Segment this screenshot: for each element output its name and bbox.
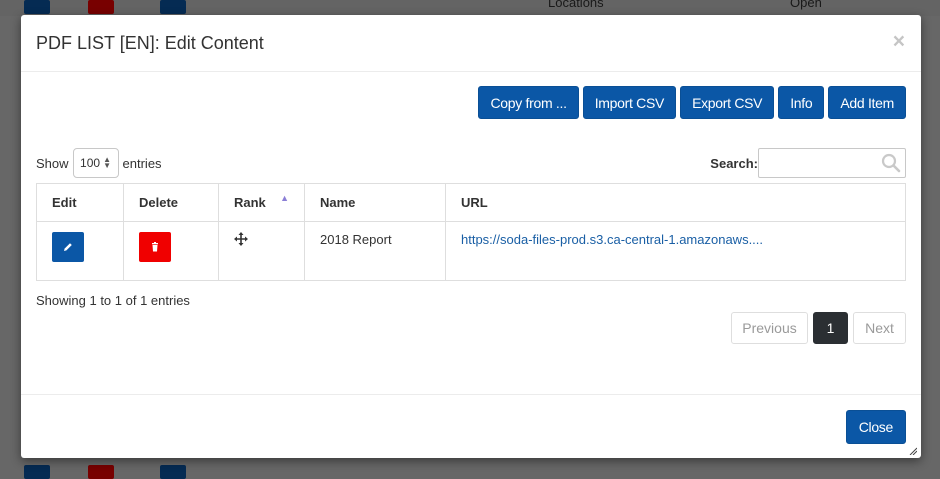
- length-menu: Show 100 ▲ ▼ entries: [36, 148, 162, 178]
- stepper-arrows-icon: ▲ ▼: [103, 155, 111, 170]
- close-button[interactable]: Close: [845, 410, 906, 444]
- show-label: Show: [36, 155, 69, 171]
- resize-handle-icon[interactable]: [909, 447, 917, 455]
- edit-button[interactable]: [52, 232, 84, 262]
- entries-select[interactable]: 100 ▲ ▼: [72, 148, 119, 178]
- pagination: Previous 1 Next: [731, 312, 906, 344]
- url-cell: https://soda-files-prod.s3.ca-central-1.…: [445, 221, 906, 281]
- column-header-edit[interactable]: Edit: [36, 183, 124, 222]
- column-header-rank-label: Rank: [234, 195, 266, 210]
- modal-header: PDF LIST [EN]: Edit Content ×: [21, 15, 921, 72]
- search-input[interactable]: [758, 148, 906, 178]
- delete-button[interactable]: [139, 232, 171, 262]
- entries-label: entries: [122, 155, 162, 171]
- copy-from-button[interactable]: Copy from ...: [478, 86, 579, 119]
- content-table: Edit Delete Rank ▲ Name URL 2018 Report …: [36, 183, 906, 281]
- delete-cell: [123, 221, 219, 281]
- table-header-row: Edit Delete Rank ▲ Name URL: [36, 183, 906, 222]
- sort-ascending-icon: ▲: [280, 193, 289, 203]
- page-1-button[interactable]: 1: [813, 312, 848, 344]
- column-header-name[interactable]: Name: [304, 183, 446, 222]
- previous-page-button[interactable]: Previous: [731, 312, 808, 344]
- column-header-delete[interactable]: Delete: [123, 183, 219, 222]
- close-icon[interactable]: ×: [893, 30, 905, 54]
- import-csv-button[interactable]: Import CSV: [582, 86, 677, 119]
- info-button[interactable]: Info: [778, 86, 825, 119]
- url-link[interactable]: https://soda-files-prod.s3.ca-central-1.…: [461, 232, 763, 247]
- modal-title: PDF LIST [EN]: Edit Content: [36, 33, 264, 53]
- pencil-icon: [64, 243, 72, 251]
- table-row: 2018 Report https://soda-files-prod.s3.c…: [36, 221, 906, 281]
- search-icon: [881, 153, 901, 173]
- search-label: Search:: [710, 155, 758, 171]
- edit-cell: [36, 221, 124, 281]
- entries-select-value: 100: [80, 156, 101, 170]
- table-info: Showing 1 to 1 of 1 entries: [36, 293, 190, 308]
- search-area: Search:: [710, 148, 906, 178]
- toolbar: Copy from ... Import CSV Export CSV Info…: [478, 86, 906, 119]
- next-page-button[interactable]: Next: [853, 312, 906, 344]
- trash-icon: [152, 242, 158, 252]
- edit-content-modal: PDF LIST [EN]: Edit Content × Copy from …: [21, 15, 921, 458]
- move-icon[interactable]: [234, 232, 248, 246]
- export-csv-button[interactable]: Export CSV: [680, 86, 775, 119]
- modal-footer: Close: [21, 394, 921, 458]
- rank-cell: [218, 221, 305, 281]
- add-item-button[interactable]: Add Item: [828, 86, 906, 119]
- column-header-url[interactable]: URL: [445, 183, 906, 222]
- name-cell: 2018 Report: [304, 221, 446, 281]
- column-header-rank[interactable]: Rank ▲: [218, 183, 305, 222]
